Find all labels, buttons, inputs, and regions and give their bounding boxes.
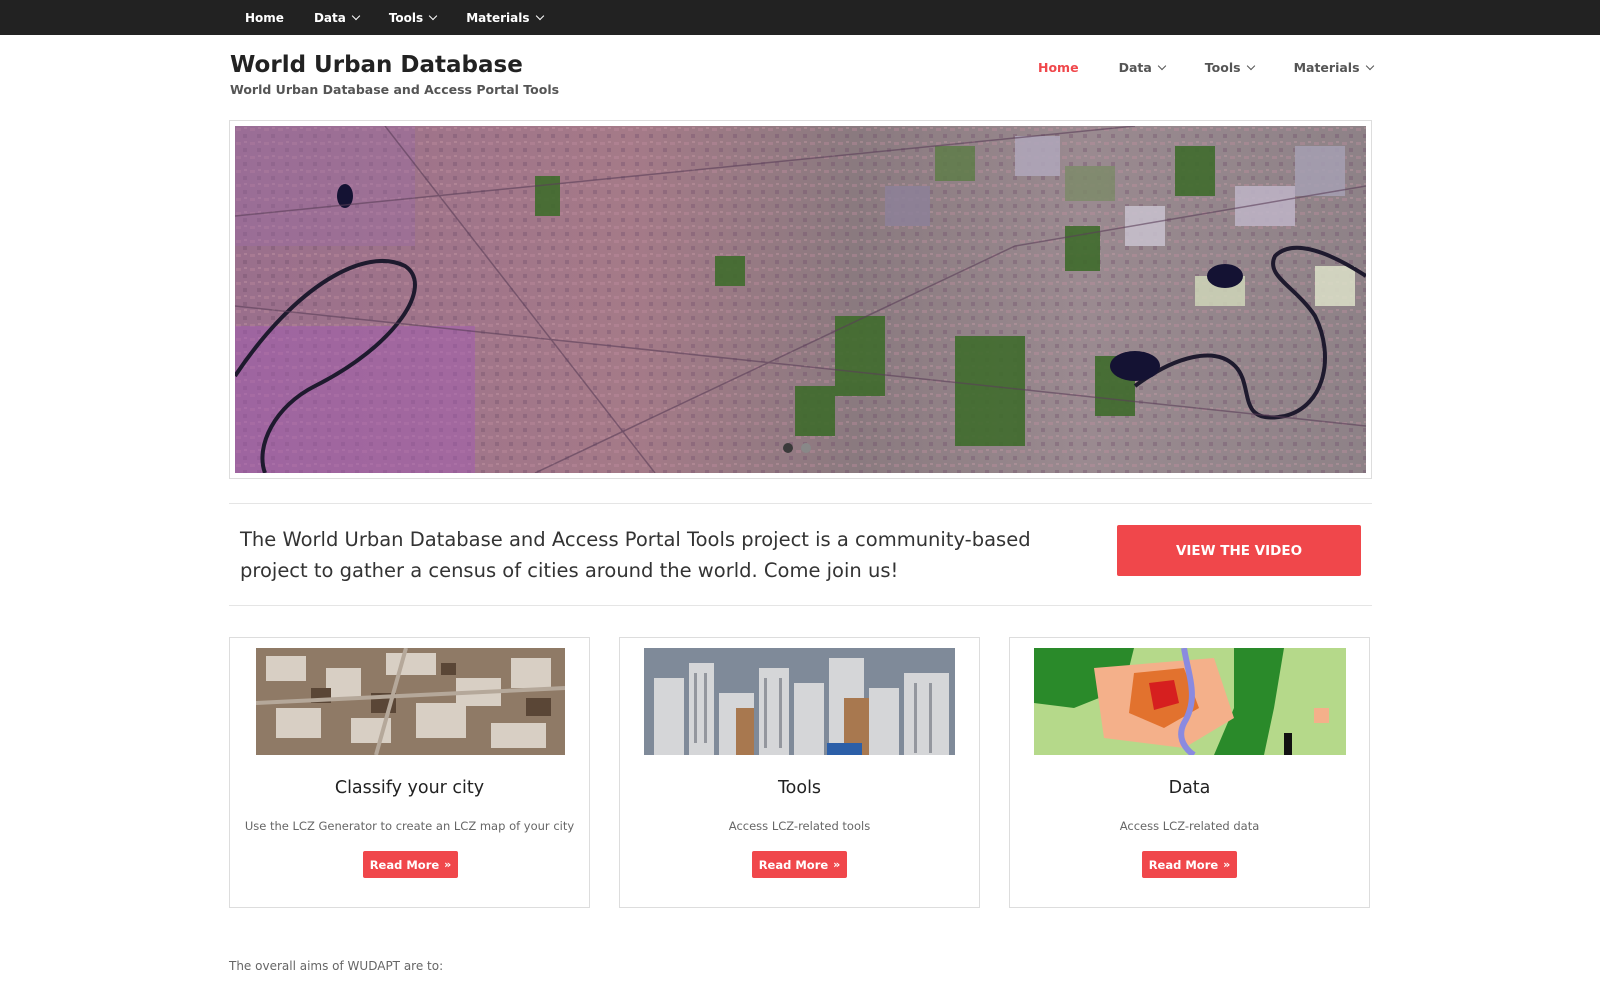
site-title[interactable]: World Urban Database bbox=[230, 52, 523, 78]
buildings-image[interactable] bbox=[644, 648, 955, 755]
top-nav-data[interactable]: Data bbox=[313, 10, 361, 25]
top-bar bbox=[0, 0, 1600, 35]
main-nav-tools[interactable]: Tools bbox=[1204, 60, 1255, 75]
main-nav-home-label: Home bbox=[1038, 60, 1079, 75]
card-description: Access LCZ-related tools bbox=[728, 819, 871, 833]
double-chevron-right-icon: » bbox=[833, 858, 841, 871]
top-nav-home[interactable]: Home bbox=[245, 11, 284, 25]
main-nav-tools-label: Tools bbox=[1204, 60, 1241, 75]
chevron-down-icon bbox=[1246, 61, 1255, 70]
top-nav: Home Data Tools Materials bbox=[245, 0, 573, 35]
satellite-image bbox=[235, 126, 1366, 473]
top-nav-tools-label: Tools bbox=[388, 10, 424, 25]
hero-slider bbox=[229, 120, 1372, 479]
slider-dot-2[interactable] bbox=[801, 443, 811, 453]
chevron-down-icon bbox=[1365, 61, 1374, 70]
top-nav-materials-label: Materials bbox=[466, 10, 530, 25]
site-description: World Urban Database and Access Portal T… bbox=[230, 82, 560, 97]
card-classify: Classify your city Use the LCZ Generator… bbox=[229, 637, 590, 908]
top-nav-tools[interactable]: Tools bbox=[388, 10, 438, 25]
slider-pagination bbox=[783, 443, 819, 453]
card-description: Use the LCZ Generator to create an LCZ m… bbox=[244, 819, 575, 833]
card-title: Tools bbox=[777, 778, 822, 798]
main-nav-data[interactable]: Data bbox=[1118, 60, 1167, 75]
read-more-button[interactable]: Read More » bbox=[1142, 851, 1237, 878]
read-more-label: Read More bbox=[369, 857, 440, 872]
top-nav-home-label: Home bbox=[245, 10, 284, 25]
slider-dot-1[interactable] bbox=[783, 443, 793, 453]
chevron-down-icon bbox=[535, 11, 544, 20]
top-nav-data-label: Data bbox=[313, 10, 346, 25]
cta-text: The World Urban Database and Access Port… bbox=[240, 528, 1031, 582]
lcz-map-image[interactable] bbox=[1034, 648, 1346, 755]
double-chevron-right-icon: » bbox=[1223, 858, 1231, 871]
read-more-button[interactable]: Read More » bbox=[752, 851, 847, 878]
main-nav-home[interactable]: Home bbox=[1038, 60, 1079, 75]
card-title: Classify your city bbox=[334, 778, 485, 798]
aerial-city-image[interactable] bbox=[256, 648, 565, 755]
card-description: Access LCZ-related data bbox=[1119, 819, 1260, 833]
card-data: Data Access LCZ-related data Read More » bbox=[1009, 637, 1370, 908]
read-more-button[interactable]: Read More » bbox=[363, 851, 458, 878]
divider bbox=[229, 605, 1372, 606]
chevron-down-icon bbox=[1157, 61, 1167, 70]
main-nav-materials-label: Materials bbox=[1293, 60, 1360, 75]
main-nav: Home Data Tools Materials bbox=[1038, 60, 1374, 75]
aims-intro-text: The overall aims of WUDAPT are to: bbox=[229, 959, 444, 973]
card-tools: Tools Access LCZ-related tools Read More… bbox=[619, 637, 980, 908]
double-chevron-right-icon: » bbox=[444, 858, 452, 871]
card-title: Data bbox=[1168, 778, 1211, 798]
chevron-down-icon bbox=[428, 11, 438, 20]
chevron-down-icon bbox=[351, 11, 361, 20]
top-nav-materials[interactable]: Materials bbox=[466, 10, 544, 25]
view-video-button[interactable]: VIEW THE VIDEO bbox=[1117, 525, 1361, 576]
main-nav-data-label: Data bbox=[1118, 60, 1152, 75]
read-more-label: Read More bbox=[758, 857, 829, 872]
divider bbox=[229, 503, 1372, 504]
read-more-label: Read More bbox=[1148, 857, 1219, 872]
main-nav-materials[interactable]: Materials bbox=[1293, 60, 1374, 75]
